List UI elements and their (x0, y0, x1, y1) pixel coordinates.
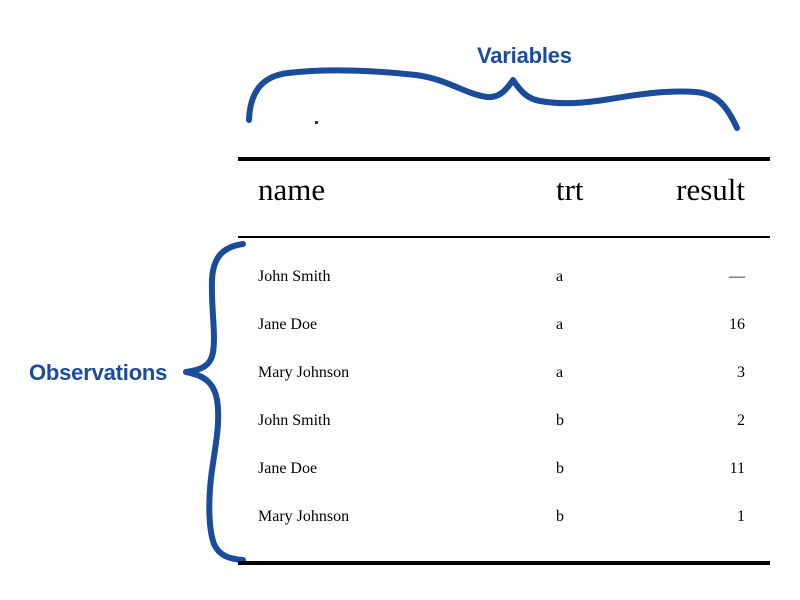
cell-trt: b (556, 412, 564, 429)
table-row: John Smith a — (238, 253, 770, 301)
table-row: John Smith b 2 (238, 397, 770, 445)
table-row: Jane Doe a 16 (238, 301, 770, 349)
stray-dot-artifact (315, 121, 318, 124)
table-header-row: name trt result (238, 166, 770, 214)
table-row: Mary Johnson a 3 (238, 349, 770, 397)
cell-name: John Smith (258, 412, 331, 429)
table-bottom-rule (238, 561, 770, 565)
column-header-name: name (258, 172, 326, 207)
cell-result: 1 (737, 508, 745, 525)
cell-result: 16 (729, 316, 745, 333)
cell-trt: a (556, 364, 564, 381)
cell-name: Mary Johnson (258, 508, 350, 525)
cell-trt: a (556, 316, 564, 333)
observations-brace-icon (183, 241, 246, 563)
cell-trt: a (556, 268, 564, 285)
cell-trt: b (556, 460, 564, 477)
observations-annotation-label: Observations (29, 360, 168, 385)
table-top-rule (238, 157, 770, 161)
table-row: Mary Johnson b 1 (238, 493, 770, 541)
variables-brace-icon (246, 67, 740, 131)
cell-name: Jane Doe (258, 460, 318, 477)
cell-result: 2 (737, 412, 745, 429)
cell-name: John Smith (258, 268, 331, 285)
table-header-rule (238, 236, 770, 238)
column-header-result: result (676, 172, 745, 207)
cell-result: — (729, 268, 745, 285)
column-header-trt: trt (556, 172, 584, 207)
cell-result: 3 (737, 364, 745, 381)
cell-trt: b (556, 508, 564, 525)
cell-name: Mary Johnson (258, 364, 350, 381)
cell-result: 11 (729, 460, 745, 477)
figure-canvas: Variables Observations name trt result J… (0, 0, 800, 600)
table-row: Jane Doe b 11 (238, 445, 770, 493)
variables-annotation-label: Variables (477, 43, 572, 68)
cell-name: Jane Doe (258, 316, 318, 333)
